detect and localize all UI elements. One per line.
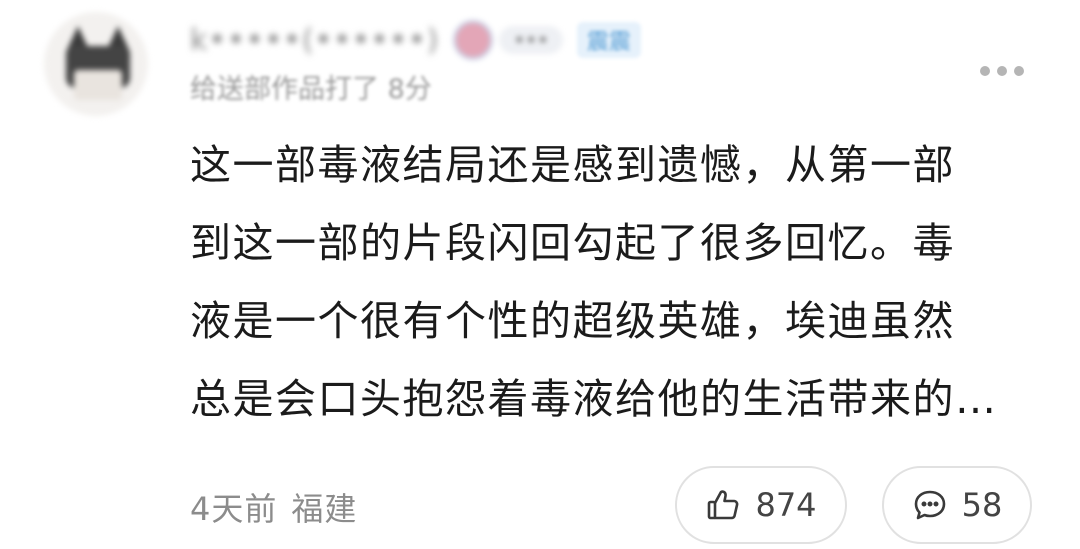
author-tag: 震震 [576, 22, 641, 58]
comment-line: 这一部毒液结局还是感到遗憾，从第一部 [190, 141, 955, 189]
author-name[interactable]: k•••••(••••••) [190, 23, 439, 58]
location: 福建 [291, 490, 358, 528]
avatar-face [74, 70, 122, 100]
fan-medal[interactable]: ••• [453, 20, 563, 60]
reply-count: 58 [961, 486, 1003, 524]
comment-line: 到这一部的片段闪回勾起了很多回忆。毒 [190, 219, 955, 267]
thumb-up-icon [705, 487, 741, 523]
rating-meta: 给送部作品打了 8分 [190, 74, 432, 104]
avatar[interactable] [44, 12, 148, 116]
more-options-button[interactable] [980, 62, 1030, 80]
more-dots-icon [980, 66, 990, 76]
comment-footer: 4天前 福建 [190, 482, 357, 532]
chat-bubble-icon [912, 487, 948, 523]
like-count: 874 [755, 486, 817, 524]
time-ago: 4天前 [190, 490, 278, 528]
comment-text[interactable]: 这一部毒液结局还是感到遗憾，从第一部 到这一部的片段闪回勾起了很多回忆。毒 液是… [190, 126, 1010, 438]
comment-line: 液是一个很有个性的超级英雄，埃迪虽然 [190, 297, 955, 345]
more-dots-icon [997, 66, 1007, 76]
medal-label: ••• [499, 26, 563, 54]
more-dots-icon [1014, 66, 1024, 76]
author-row: k•••••(••••••) ••• 震震 [190, 18, 641, 62]
reply-button[interactable]: 58 [882, 466, 1032, 544]
comment-line: 总是会口头抱怨着毒液给他的生活带来的… [190, 375, 998, 423]
medal-icon [453, 20, 494, 60]
like-button[interactable]: 874 [675, 466, 847, 544]
